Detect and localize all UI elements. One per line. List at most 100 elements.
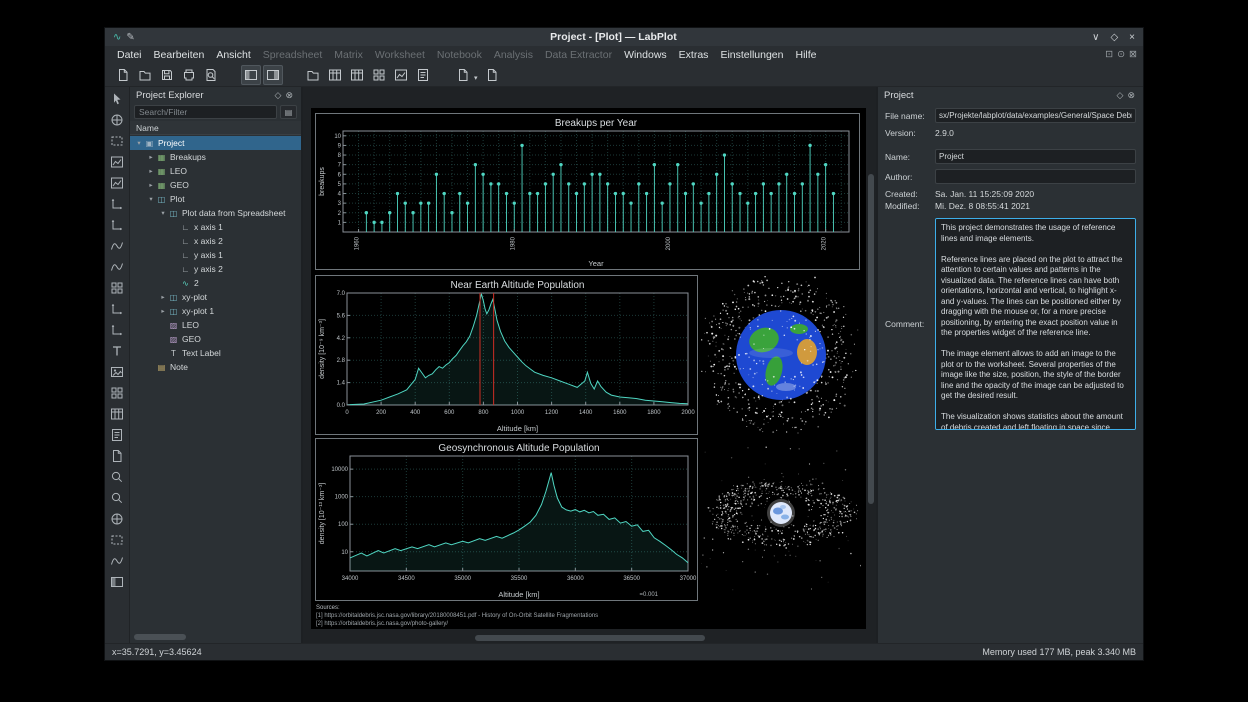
worksheet-vscrollbar-thumb[interactable] xyxy=(868,174,874,504)
worksheet-vscrollbar[interactable] xyxy=(867,89,875,632)
add-image-button[interactable] xyxy=(108,363,127,380)
tree-item-breakups[interactable]: ▸▦Breakups xyxy=(130,150,301,164)
new-matrix-button[interactable] xyxy=(369,65,389,85)
tree-item-project[interactable]: ▾▣Project xyxy=(130,136,301,150)
tree-item-leo[interactable]: ▸▦LEO xyxy=(130,164,301,178)
menu-datei[interactable]: Datei xyxy=(111,48,148,62)
menu-windows[interactable]: Windows xyxy=(618,48,673,62)
tree-item-x-axis-1[interactable]: ∟x axis 1 xyxy=(130,220,301,234)
search-input[interactable] xyxy=(134,105,277,119)
configure-toolbars-icon[interactable]: ⊡ xyxy=(1105,49,1113,60)
float-panel-icon[interactable]: ◇ xyxy=(1115,90,1126,101)
select-region-button[interactable] xyxy=(108,531,127,548)
float-panel-icon[interactable]: ◇ xyxy=(273,90,284,101)
tree-item-plot[interactable]: ▾◫Plot xyxy=(130,192,301,206)
add-spreadsheet-button[interactable] xyxy=(108,405,127,422)
tree-item-text-label[interactable]: TText Label xyxy=(130,346,301,360)
tree-column-header[interactable]: Name xyxy=(130,121,301,135)
worksheet-hscrollbar[interactable] xyxy=(305,634,865,642)
add-text-label-button[interactable] xyxy=(108,342,127,359)
new-note-button[interactable] xyxy=(413,65,433,85)
add-note-button[interactable] xyxy=(108,426,127,443)
add-two-axes-centered-plot-button[interactable] xyxy=(108,195,127,212)
add-reference-line-button[interactable] xyxy=(108,552,127,569)
export-button[interactable] xyxy=(482,65,502,85)
zoom-in-button[interactable] xyxy=(108,468,127,485)
minimize-button[interactable]: ∨ xyxy=(1092,32,1099,43)
vertical-layout-button[interactable] xyxy=(108,573,127,590)
explorer-hscrollbar[interactable] xyxy=(132,633,299,642)
tree-item-plot-data-from-spreadsheet[interactable]: ▾◫Plot data from Spreadsheet xyxy=(130,206,301,220)
tree-expander-icon[interactable]: ▾ xyxy=(134,139,144,147)
toggle-properties-explorer-button[interactable] xyxy=(263,65,283,85)
tree-expander-icon[interactable]: ▸ xyxy=(146,167,156,175)
add-histogram-button[interactable] xyxy=(108,279,127,296)
worksheet-hscrollbar-thumb[interactable] xyxy=(475,635,705,641)
close-button[interactable]: × xyxy=(1129,32,1135,43)
menu-einstellungen[interactable]: Einstellungen xyxy=(714,48,789,62)
pencil-icon[interactable]: ✎ xyxy=(126,32,134,43)
new-workbook-button[interactable] xyxy=(325,65,345,85)
tree-item-xy-plot[interactable]: ▸◫xy-plot xyxy=(130,290,301,304)
add-vertical-axis-button[interactable] xyxy=(108,321,127,338)
add-horizontal-axis-button[interactable] xyxy=(108,300,127,317)
tree-expander-icon[interactable]: ▸ xyxy=(146,181,156,189)
file-name-input[interactable] xyxy=(935,108,1136,123)
crosshair-mode-button[interactable] xyxy=(108,111,127,128)
new-project-button[interactable] xyxy=(113,65,133,85)
titlebar[interactable]: ∿ ✎ Project - [Plot] — LabPlot ∨ ◇ × xyxy=(105,28,1143,46)
leo-debris-image[interactable] xyxy=(700,274,861,435)
save-project-button[interactable] xyxy=(157,65,177,85)
add-two-axes-plot-button[interactable] xyxy=(108,174,127,191)
worksheet-view[interactable]: 196019802000202012345678910Breakups per … xyxy=(303,87,876,643)
add-xy-curve-button[interactable] xyxy=(108,237,127,254)
menu-ansicht[interactable]: Ansicht xyxy=(210,48,256,62)
tree-item-xy-plot-1[interactable]: ▸◫xy-plot 1 xyxy=(130,304,301,318)
menu-hilfe[interactable]: Hilfe xyxy=(789,48,822,62)
zoom-out-button[interactable] xyxy=(108,489,127,506)
import-file-dropdown-icon[interactable]: ▾ xyxy=(474,74,478,82)
print-preview-button[interactable] xyxy=(201,65,221,85)
tree-item-y-axis-2[interactable]: ∟y axis 2 xyxy=(130,262,301,276)
close-panel-icon[interactable]: ⊗ xyxy=(283,90,295,101)
author-input[interactable] xyxy=(935,169,1136,184)
tree-item-leo[interactable]: ▨LEO xyxy=(130,318,301,332)
plot-breakups-per-year[interactable]: 196019802000202012345678910Breakups per … xyxy=(315,113,860,270)
name-input[interactable] xyxy=(935,149,1136,164)
add-matrix-button[interactable] xyxy=(108,384,127,401)
tree-item-x-axis-2[interactable]: ∟x axis 2 xyxy=(130,234,301,248)
tree-expander-icon[interactable]: ▾ xyxy=(146,195,156,203)
comment-textarea[interactable]: This project demonstrates the usage of r… xyxy=(935,218,1136,430)
close-panel-icon[interactable]: ⊗ xyxy=(1125,90,1137,101)
plot-geosynchronous-population[interactable]: 3400034500350003550036000365003700010100… xyxy=(315,438,698,601)
tree-item-note[interactable]: ▤Note xyxy=(130,360,301,374)
toggle-project-explorer-button[interactable] xyxy=(241,65,261,85)
add-centered-plot-button[interactable] xyxy=(108,216,127,233)
tree-expander-icon[interactable]: ▾ xyxy=(158,209,168,217)
geo-debris-image[interactable] xyxy=(701,441,861,596)
color-scheme-icon[interactable]: ⊙ xyxy=(1117,49,1125,60)
maximize-button[interactable]: ◇ xyxy=(1110,32,1118,43)
import-file-button[interactable] xyxy=(453,65,473,85)
tree-item-geo[interactable]: ▨GEO xyxy=(130,332,301,346)
new-spreadsheet-button[interactable] xyxy=(347,65,367,85)
zoom-select-mode-button[interactable] xyxy=(108,132,127,149)
open-project-button[interactable] xyxy=(135,65,155,85)
menu-extras[interactable]: Extras xyxy=(673,48,715,62)
new-folder-button[interactable] xyxy=(303,65,323,85)
hamburger-menu-icon[interactable]: ⊠ xyxy=(1129,49,1137,60)
explorer-hscrollbar-thumb[interactable] xyxy=(134,634,186,640)
print-button[interactable] xyxy=(179,65,199,85)
tree-expander-icon[interactable]: ▸ xyxy=(158,293,168,301)
tree-item-y-axis-1[interactable]: ∟y axis 1 xyxy=(130,248,301,262)
tree-expander-icon[interactable]: ▸ xyxy=(146,153,156,161)
tree-item-2[interactable]: ∿2 xyxy=(130,276,301,290)
add-equation-curve-button[interactable] xyxy=(108,258,127,275)
add-four-axes-plot-button[interactable] xyxy=(108,153,127,170)
add-custom-point-button[interactable] xyxy=(108,510,127,527)
tree-expander-icon[interactable]: ▸ xyxy=(158,307,168,315)
tree-item-geo[interactable]: ▸▦GEO xyxy=(130,178,301,192)
plot-near-earth-population[interactable]: 02004006008001000120014001600180020000.0… xyxy=(315,275,698,435)
new-worksheet-button[interactable] xyxy=(391,65,411,85)
filter-options-button[interactable]: ▤ xyxy=(280,105,297,119)
